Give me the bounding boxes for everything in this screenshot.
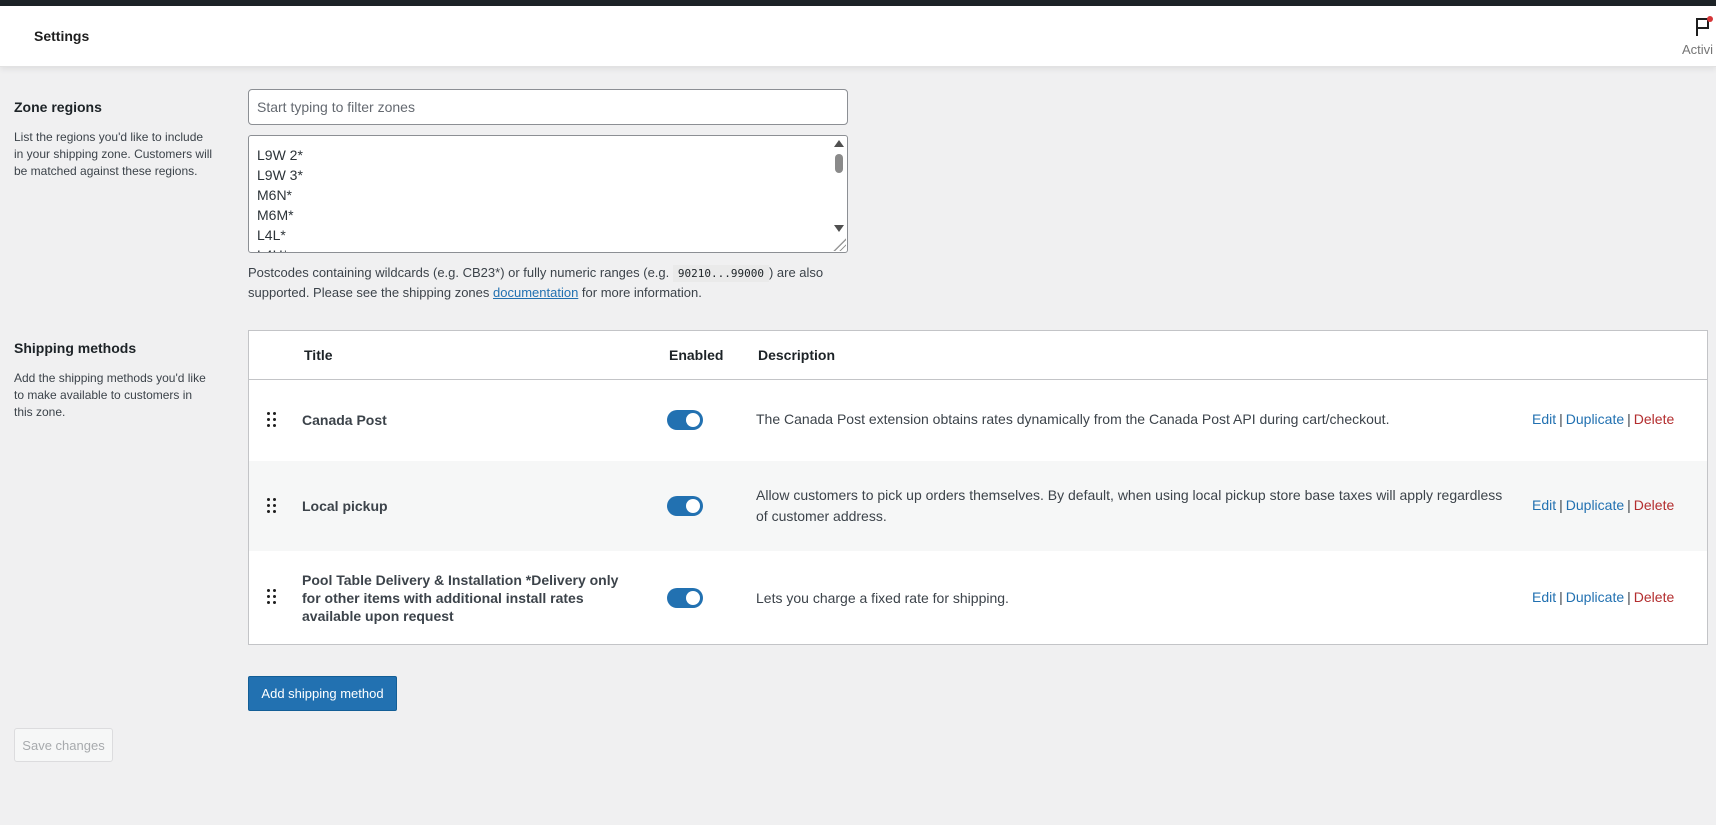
- resize-handle-icon[interactable]: [832, 237, 846, 251]
- table-row: Local pickup Allow customers to pick up …: [249, 461, 1707, 551]
- column-description: Description: [758, 347, 836, 363]
- duplicate-link[interactable]: Duplicate: [1566, 589, 1624, 605]
- edit-link[interactable]: Edit: [1532, 589, 1556, 605]
- range-example-code: 90210...99000: [672, 265, 769, 282]
- scroll-thumb[interactable]: [835, 154, 843, 173]
- region-item[interactable]: L9W 3*: [257, 165, 303, 185]
- row-actions: Edit | Duplicate | Delete: [1532, 497, 1674, 513]
- drag-handle-icon[interactable]: [267, 412, 277, 428]
- row-actions: Edit | Duplicate | Delete: [1532, 411, 1674, 427]
- delete-link[interactable]: Delete: [1634, 589, 1674, 605]
- separator: |: [1559, 497, 1563, 513]
- region-item[interactable]: L4H*: [257, 245, 303, 252]
- table-row: Canada Post The Canada Post extension ob…: [249, 380, 1707, 461]
- table-row: Pool Table Delivery & Installation *Deli…: [249, 551, 1707, 644]
- edit-link[interactable]: Edit: [1532, 411, 1556, 427]
- shipping-methods-description: Add the shipping methods you'd like to m…: [14, 371, 206, 419]
- duplicate-link[interactable]: Duplicate: [1566, 497, 1624, 513]
- shipping-methods-table: Title Enabled Description Canada Post Th…: [248, 330, 1708, 645]
- duplicate-link[interactable]: Duplicate: [1566, 411, 1624, 427]
- regions-scrollbar[interactable]: [830, 136, 847, 252]
- method-description: Allow customers to pick up orders themse…: [756, 487, 1503, 524]
- method-title: Local pickup: [302, 498, 388, 514]
- drag-handle-icon[interactable]: [267, 589, 277, 605]
- table-header: Title Enabled Description: [249, 331, 1707, 380]
- page-header: Settings Activi: [0, 6, 1716, 67]
- activity-label: Activi: [1682, 42, 1714, 57]
- separator: |: [1627, 411, 1631, 427]
- page-title: Settings: [34, 28, 90, 44]
- zone-regions-title: Zone regions: [14, 99, 102, 115]
- zone-regions-description: List the regions you'd like to include i…: [14, 130, 213, 178]
- method-description: Lets you charge a fixed rate for shippin…: [756, 590, 1009, 606]
- save-changes-button[interactable]: Save changes: [14, 728, 113, 762]
- column-title: Title: [304, 347, 333, 363]
- scroll-up-icon[interactable]: [834, 140, 844, 147]
- separator: |: [1559, 589, 1563, 605]
- regions-help-text: Postcodes containing wildcards (e.g. CB2…: [248, 263, 868, 302]
- enabled-toggle[interactable]: [667, 496, 703, 516]
- column-enabled: Enabled: [669, 347, 724, 363]
- separator: |: [1559, 411, 1563, 427]
- scroll-down-icon[interactable]: [834, 225, 844, 232]
- delete-link[interactable]: Delete: [1634, 497, 1674, 513]
- zone-filter-input[interactable]: [248, 89, 848, 125]
- method-description: The Canada Post extension obtains rates …: [756, 411, 1390, 427]
- help-suffix: for more information.: [578, 285, 702, 300]
- separator: |: [1627, 589, 1631, 605]
- add-shipping-method-button[interactable]: Add shipping method: [248, 676, 397, 711]
- row-actions: Edit | Duplicate | Delete: [1532, 589, 1674, 605]
- region-item[interactable]: M6M*: [257, 205, 303, 225]
- method-title: Pool Table Delivery & Installation *Deli…: [302, 572, 619, 624]
- region-item[interactable]: L9W 2*: [257, 145, 303, 165]
- edit-link[interactable]: Edit: [1532, 497, 1556, 513]
- separator: |: [1627, 497, 1631, 513]
- shipping-methods-title: Shipping methods: [14, 340, 137, 356]
- enabled-toggle[interactable]: [667, 588, 703, 608]
- flag-icon: [1696, 16, 1713, 36]
- zone-regions-list[interactable]: L9W 2* L9W 3* M6N* M6M* L4L* L4H*: [248, 135, 848, 253]
- region-item[interactable]: L4L*: [257, 225, 303, 245]
- activity-button[interactable]: Activi: [1682, 16, 1716, 57]
- drag-handle-icon[interactable]: [267, 498, 277, 514]
- method-title: Canada Post: [302, 412, 387, 428]
- region-item[interactable]: M6N*: [257, 185, 303, 205]
- delete-link[interactable]: Delete: [1634, 411, 1674, 427]
- enabled-toggle[interactable]: [667, 410, 703, 430]
- documentation-link[interactable]: documentation: [493, 285, 578, 300]
- help-prefix: Postcodes containing wildcards (e.g. CB2…: [248, 265, 673, 280]
